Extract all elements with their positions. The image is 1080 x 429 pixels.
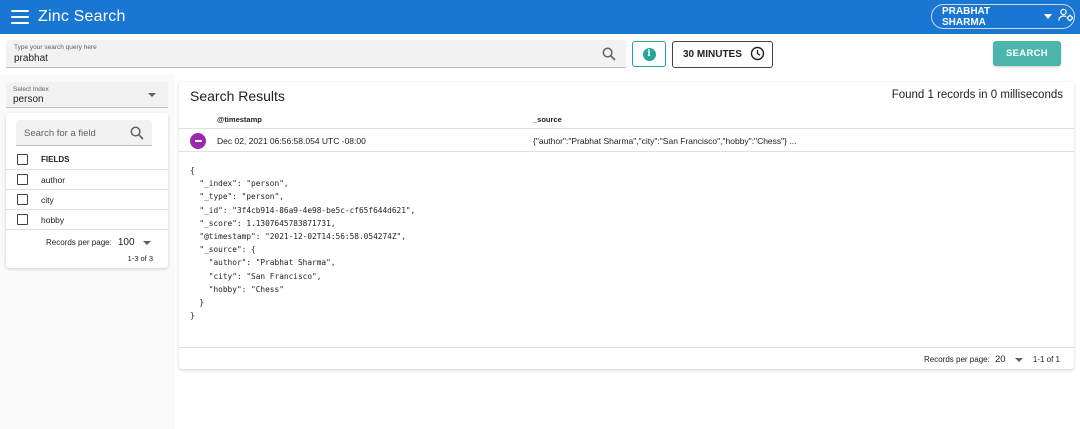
search-query-field[interactable]: Type your search query here — [6, 40, 626, 68]
rows-per-page-label: Records per page: — [46, 238, 112, 247]
search-icon[interactable] — [130, 126, 144, 145]
fields-header: FIELDS — [41, 155, 70, 164]
index-select-value: person — [13, 94, 44, 105]
fields-pagination: Records per page: 100 — [46, 237, 151, 248]
select-all-checkbox[interactable] — [17, 154, 28, 165]
field-checkbox[interactable] — [17, 194, 28, 205]
dropdown-arrow-icon[interactable] — [142, 240, 151, 245]
field-checkbox[interactable] — [17, 214, 28, 225]
field-search-input[interactable]: Search for a field — [16, 120, 152, 146]
results-pagination: Records per page: 20 1-1 of 1 — [179, 347, 1074, 369]
time-range-button[interactable]: 30 MINUTES — [672, 41, 773, 68]
dropdown-arrow-icon — [148, 93, 156, 97]
time-range-label: 30 MINUTES — [683, 49, 742, 60]
fields-panel: Search for a field FIELDS author city ho… — [6, 113, 168, 268]
expanded-json-detail: { "_index": "person", "_type": "person",… — [190, 166, 416, 321]
results-panel: Search Results Found 1 records in 0 mill… — [179, 82, 1074, 369]
row-source: {"author":"Prabhat Sharma","city":"San F… — [533, 136, 797, 146]
field-row[interactable]: hobby — [6, 210, 168, 230]
row-timestamp: Dec 02, 2021 06:56:58.054 UTC -08:00 — [217, 136, 366, 146]
rows-per-page-select[interactable]: 100 — [118, 237, 135, 248]
dropdown-arrow-icon[interactable] — [1015, 358, 1023, 362]
table-row[interactable]: Dec 02, 2021 06:56:58.054 UTC -08:00 {"a… — [179, 130, 1074, 152]
search-icon[interactable] — [602, 47, 616, 66]
field-checkbox[interactable] — [17, 174, 28, 185]
fields-header-row: FIELDS — [6, 150, 168, 170]
info-button[interactable]: i — [632, 41, 666, 67]
app-title: Zinc Search — [38, 8, 126, 25]
app-header: Zinc Search PRABHAT SHARMA — [0, 0, 1080, 34]
field-row[interactable]: author — [6, 170, 168, 190]
search-button[interactable]: SEARCH — [993, 41, 1061, 66]
hamburger-menu-icon[interactable] — [11, 10, 29, 24]
index-select[interactable]: Select Index person — [6, 82, 168, 108]
search-query-label: Type your search query here — [14, 44, 97, 51]
info-icon: i — [642, 47, 656, 61]
field-row[interactable]: city — [6, 190, 168, 210]
field-name: author — [41, 174, 66, 185]
collapse-row-icon[interactable] — [190, 133, 206, 149]
manage-accounts-icon — [1058, 8, 1074, 25]
index-select-label: Select Index — [13, 86, 49, 93]
field-search-placeholder: Search for a field — [24, 128, 96, 139]
field-name: city — [41, 194, 54, 205]
clock-icon — [750, 46, 765, 64]
user-menu-button[interactable]: PRABHAT SHARMA — [931, 4, 1075, 29]
caret-down-icon — [1044, 14, 1052, 19]
field-name: hobby — [41, 214, 65, 225]
search-query-input[interactable] — [14, 53, 574, 64]
results-title: Search Results — [190, 88, 285, 104]
column-header-timestamp[interactable]: @timestamp — [217, 115, 262, 124]
rows-per-page-select[interactable]: 20 — [995, 354, 1006, 365]
fields-range: 1-3 of 3 — [127, 254, 153, 263]
results-range: 1-1 of 1 — [1032, 355, 1060, 364]
user-name: PRABHAT SHARMA — [942, 5, 991, 28]
rows-per-page-label: Records per page: — [924, 355, 990, 364]
column-header-source[interactable]: _source — [533, 115, 562, 124]
table-header: @timestamp _source — [179, 111, 1074, 129]
results-count: Found 1 records in 0 milliseconds — [891, 89, 1063, 101]
